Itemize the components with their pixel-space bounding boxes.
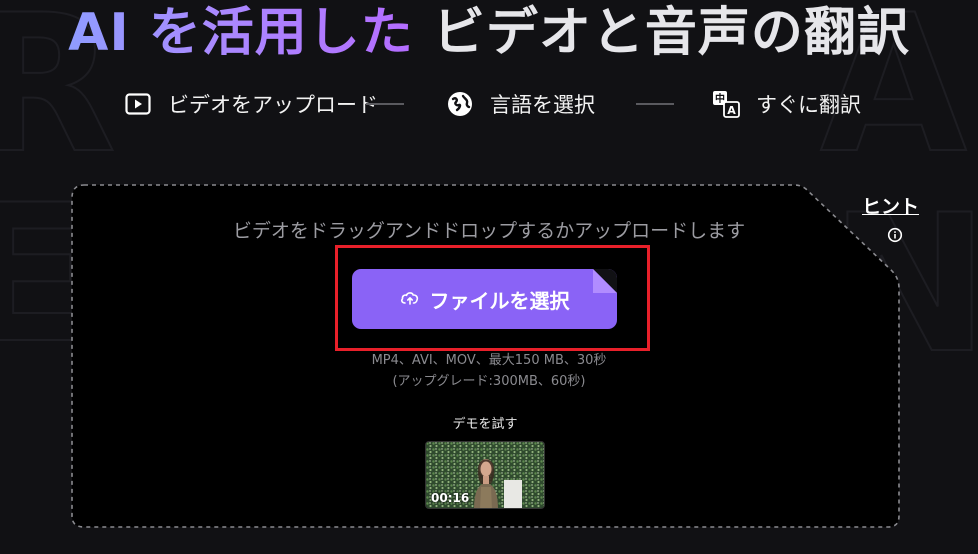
demo-label: デモを試す bbox=[452, 417, 518, 432]
format-limits: MP4、AVI、MOV、最大150 MB、30秒 bbox=[371, 353, 607, 368]
hint-link[interactable]: ヒント bbox=[862, 192, 919, 219]
select-file-button[interactable]: ファイルを選択 bbox=[352, 269, 617, 329]
svg-text:A: A bbox=[727, 104, 736, 117]
play-icon bbox=[124, 90, 152, 118]
button-corner-fold-shade bbox=[593, 269, 617, 293]
cloud-upload-icon bbox=[400, 287, 420, 311]
translate-icon: 中A bbox=[712, 90, 740, 118]
format-info: MP4、AVI、MOV、最大150 MB、30秒 (アップグレード:300MB、… bbox=[0, 350, 978, 392]
step-translate-label: すぐに翻訳 bbox=[756, 93, 861, 117]
step-upload-label: ビデオをアップロード bbox=[168, 93, 378, 117]
globe-icon bbox=[446, 90, 474, 118]
step-divider bbox=[366, 103, 404, 105]
page-title-highlight: AI を活用した bbox=[68, 3, 414, 63]
demo-video-thumbnail[interactable]: 00:16 bbox=[425, 441, 545, 509]
drop-instructions: ビデオをドラッグアンドドロップするかアップロードします bbox=[232, 220, 746, 242]
step-upload: ビデオをアップロード bbox=[124, 86, 378, 122]
steps-bar: ビデオをアップロード 言語を選択 中A すぐに翻訳 bbox=[0, 86, 978, 122]
select-file-label: ファイルを選択 bbox=[429, 288, 570, 313]
video-duration: 00:16 bbox=[431, 491, 470, 505]
page-title: AI を活用した ビデオと音声の翻訳 bbox=[0, 0, 978, 70]
step-language: 言語を選択 bbox=[446, 86, 595, 122]
step-translate: 中A すぐに翻訳 bbox=[712, 86, 861, 122]
page-title-rest: ビデオと音声の翻訳 bbox=[413, 3, 910, 63]
step-language-label: 言語を選択 bbox=[490, 93, 595, 117]
upgrade-limits: (アップグレード:300MB、60秒) bbox=[392, 374, 586, 389]
step-divider bbox=[636, 103, 674, 105]
